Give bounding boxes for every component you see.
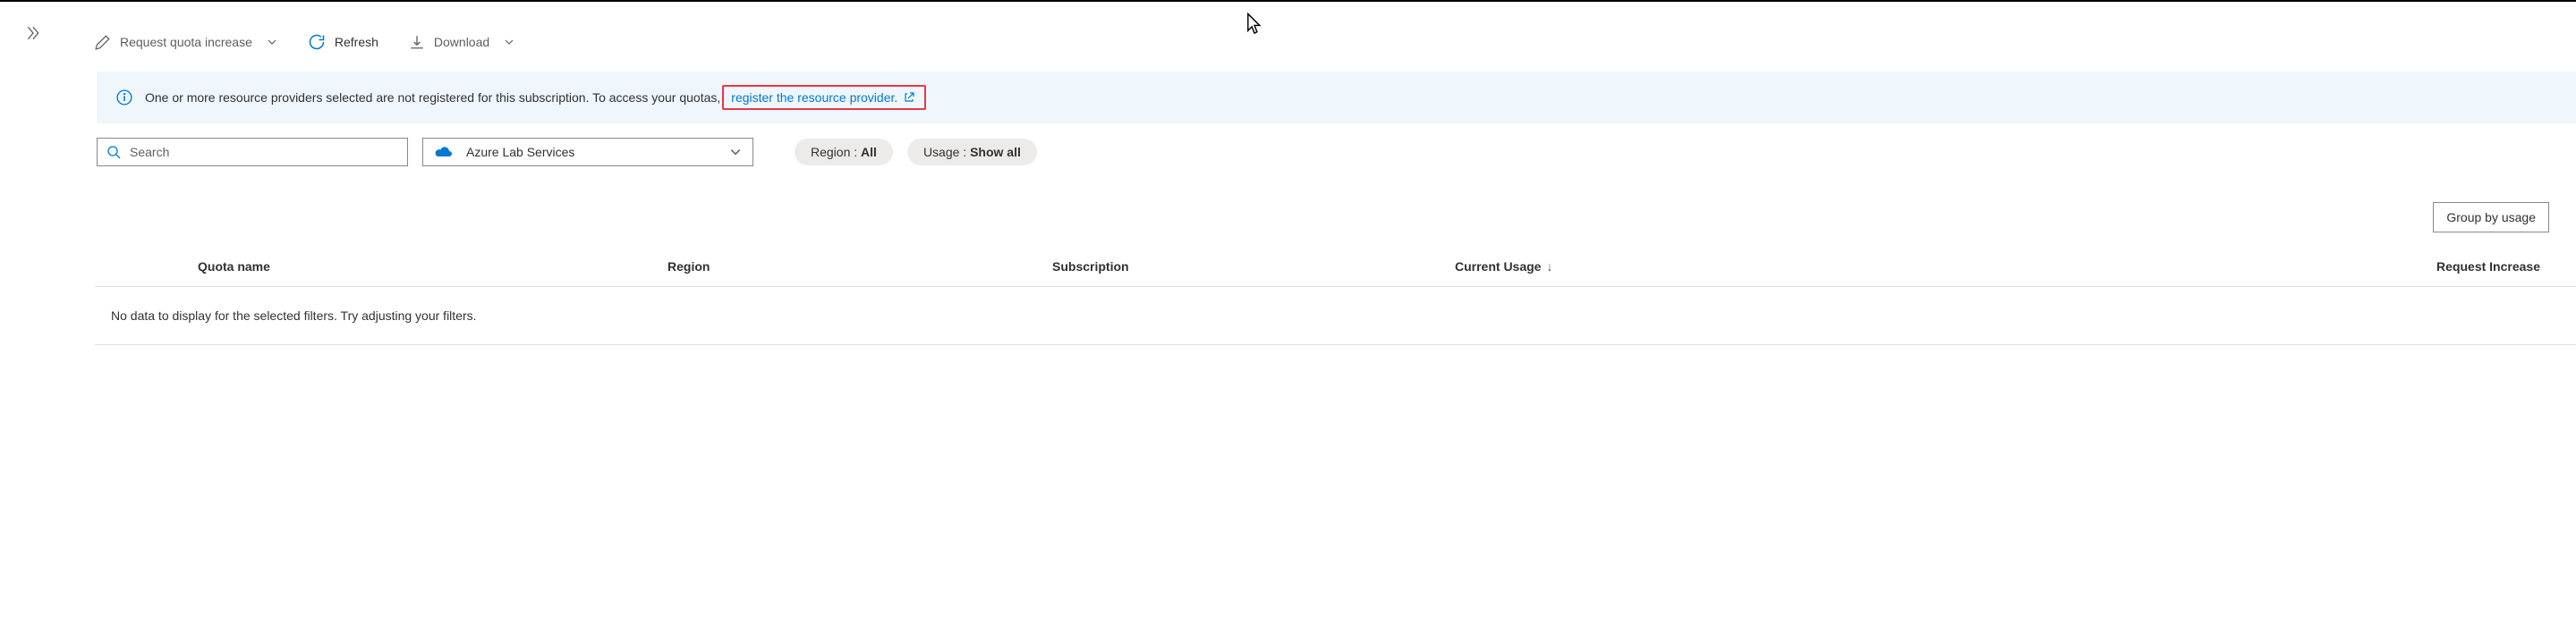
chevron-double-right-icon [25,25,41,41]
chevron-down-icon [504,37,514,47]
info-icon [116,89,132,106]
region-filter-value: All [861,145,877,159]
column-usage-label: Current Usage [1455,259,1541,274]
empty-state-message: No data to display for the selected filt… [95,287,2576,345]
column-quota-name[interactable]: Quota name [95,259,667,274]
filter-row: Azure Lab Services Region : All Usage : … [95,123,2576,181]
search-input[interactable] [130,145,398,159]
request-quota-increase-button[interactable]: Request quota increase [95,34,277,50]
refresh-icon [308,33,326,51]
download-icon [409,34,425,50]
external-link-icon [903,91,915,104]
register-provider-link[interactable]: register the resource provider. [722,85,926,110]
group-by-label: Group by usage [2446,210,2536,224]
column-subscription[interactable]: Subscription [1052,259,1455,274]
column-region[interactable]: Region [667,259,1052,274]
download-button[interactable]: Download [409,34,514,50]
expand-sidebar-button[interactable] [25,25,41,44]
region-filter-pill[interactable]: Region : All [795,139,893,165]
provider-label: Azure Lab Services [466,145,574,159]
sort-descending-icon: ↓ [1546,259,1552,274]
usage-filter-pill[interactable]: Usage : Show all [907,139,1037,165]
usage-filter-value: Show all [970,145,1021,159]
pencil-icon [95,34,111,50]
cloud-icon [434,144,454,160]
column-current-usage[interactable]: Current Usage ↓ [1455,259,2135,274]
provider-dropdown[interactable]: Azure Lab Services [422,138,753,166]
chevron-down-icon [267,37,277,47]
toolbar: Request quota increase Refresh Download [95,7,2576,72]
table-header-row: Quota name Region Subscription Current U… [95,241,2576,287]
request-quota-label: Request quota increase [120,35,252,49]
refresh-label: Refresh [335,35,378,49]
chevron-down-icon [729,146,742,158]
search-icon [106,145,121,159]
info-message: One or more resource providers selected … [145,90,720,105]
download-label: Download [434,35,489,49]
usage-filter-label: Usage : [923,145,966,159]
group-by-dropdown[interactable]: Group by usage [2433,202,2549,232]
column-request-increase[interactable]: Request Increase [2135,259,2576,274]
info-banner: One or more resource providers selected … [97,72,2576,123]
search-input-wrap[interactable] [97,138,408,166]
region-filter-label: Region : [811,145,857,159]
refresh-button[interactable]: Refresh [308,33,378,51]
register-link-text: register the resource provider. [731,90,897,105]
